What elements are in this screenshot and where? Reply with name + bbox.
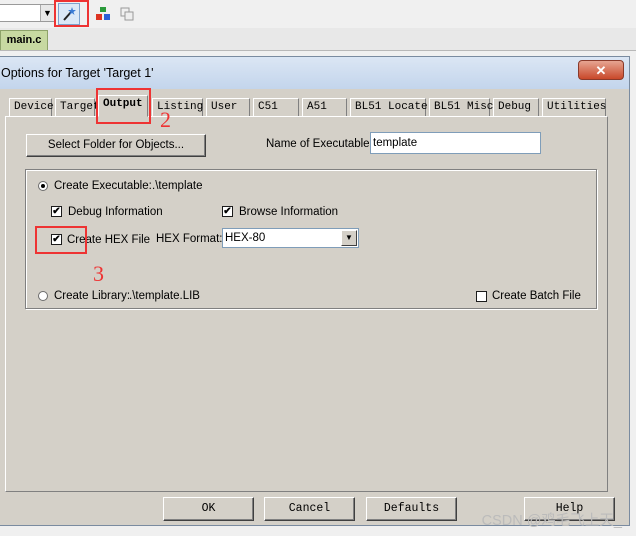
tab-utilities[interactable]: Utilities (542, 98, 606, 116)
annotation-number-2: 2 (160, 107, 171, 132)
editor-tab-strip (0, 28, 636, 51)
create-executable-path: .\template (152, 180, 203, 192)
debug-information-label: Debug Information (68, 206, 163, 218)
tab-target[interactable]: Target (55, 98, 100, 116)
tab-device[interactable]: Device (9, 98, 54, 116)
close-icon[interactable]: ✕ (578, 60, 624, 80)
create-batch-file-checkbox[interactable] (476, 291, 487, 302)
hex-format-select[interactable]: HEX-80 (222, 228, 359, 248)
annotation-box-3 (35, 226, 87, 254)
tab-output[interactable]: Output (98, 95, 148, 117)
name-executable-label: Name of Executable: (266, 138, 373, 150)
create-batch-file-label: Create Batch File (492, 290, 581, 302)
chevron-down-icon[interactable]: ▼ (341, 230, 357, 246)
cancel-button[interactable]: Cancel (264, 497, 355, 521)
tab-c51[interactable]: C51 (253, 98, 299, 116)
create-executable-radio[interactable] (38, 181, 48, 191)
tab-a51[interactable]: A51 (302, 98, 347, 116)
tab-bl51-misc[interactable]: BL51 Misc (429, 98, 493, 116)
hex-format-label: HEX Format: (156, 233, 223, 245)
options-dialog: Options for Target 'Target 1' ✕ Device T… (0, 56, 630, 526)
annotation-box-1 (54, 0, 89, 27)
annotation-number-3: 3 (93, 261, 104, 286)
chevron-down-icon[interactable]: ▼ (40, 5, 54, 21)
debug-information-checkbox[interactable]: ✔ (51, 206, 62, 217)
watermark-text: CSDN @鸡毛飞上天_ (481, 513, 622, 529)
create-library-radio[interactable] (38, 291, 48, 301)
component-stack-icon[interactable] (92, 3, 114, 25)
create-library-path: .\template.LIB (129, 290, 200, 302)
browse-information-checkbox[interactable]: ✔ (222, 206, 233, 217)
copy-icon[interactable] (116, 3, 138, 25)
tab-debug[interactable]: Debug (493, 98, 539, 116)
tab-user[interactable]: User (206, 98, 250, 116)
tab-bl51-locate[interactable]: BL51 Locate (350, 98, 428, 116)
dialog-title: Options for Target 'Target 1' (1, 66, 154, 80)
create-executable-label: Create Executable: (54, 180, 152, 192)
browse-information-label: Browse Information (239, 206, 339, 218)
select-folder-button[interactable]: Select Folder for Objects... (26, 134, 206, 157)
file-tab-main-c[interactable]: main.c (0, 30, 48, 50)
ok-button[interactable]: OK (163, 497, 254, 521)
defaults-button[interactable]: Defaults (366, 497, 457, 521)
name-executable-field[interactable]: template (370, 132, 541, 154)
create-library-label: Create Library: (54, 290, 131, 302)
